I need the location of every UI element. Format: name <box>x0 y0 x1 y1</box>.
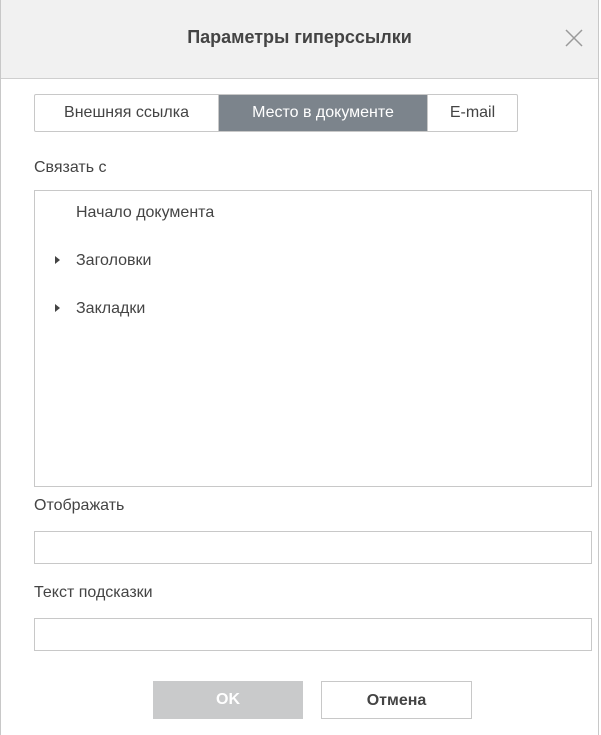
tooltip-input[interactable] <box>34 618 592 651</box>
ok-button[interactable]: OK <box>153 681 303 719</box>
display-input[interactable] <box>34 531 592 564</box>
tree-item-document-start[interactable]: Начало документа <box>35 199 591 227</box>
document-place-tree[interactable]: Начало документа Заголовки Закладки <box>34 190 592 487</box>
tab-external-link[interactable]: Внешняя ссылка <box>35 95 219 131</box>
tree-item-bookmarks[interactable]: Закладки <box>35 295 591 323</box>
tooltip-label: Текст подсказки <box>34 584 153 601</box>
hyperlink-settings-dialog: Параметры гиперссылки Внешняя ссылка Мес… <box>0 0 599 735</box>
tree-item-label: Закладки <box>76 300 146 317</box>
expand-arrow-icon[interactable] <box>55 304 60 312</box>
cancel-button[interactable]: Отмена <box>321 681 472 719</box>
dialog-header: Параметры гиперссылки <box>1 0 598 79</box>
tab-place-in-document[interactable]: Место в документе <box>219 95 427 131</box>
display-label: Отображать <box>34 497 125 514</box>
expand-arrow-icon[interactable] <box>55 256 60 264</box>
tree-item-headings[interactable]: Заголовки <box>35 247 591 275</box>
dialog-title: Параметры гиперссылки <box>187 27 412 47</box>
link-type-tabs: Внешняя ссылка Место в документе E-mail <box>34 94 518 132</box>
link-to-label: Связать с <box>34 159 107 176</box>
close-icon[interactable] <box>560 24 588 52</box>
tree-item-label: Заголовки <box>76 252 152 269</box>
tab-email[interactable]: E-mail <box>427 95 517 131</box>
tree-item-label: Начало документа <box>76 204 215 221</box>
